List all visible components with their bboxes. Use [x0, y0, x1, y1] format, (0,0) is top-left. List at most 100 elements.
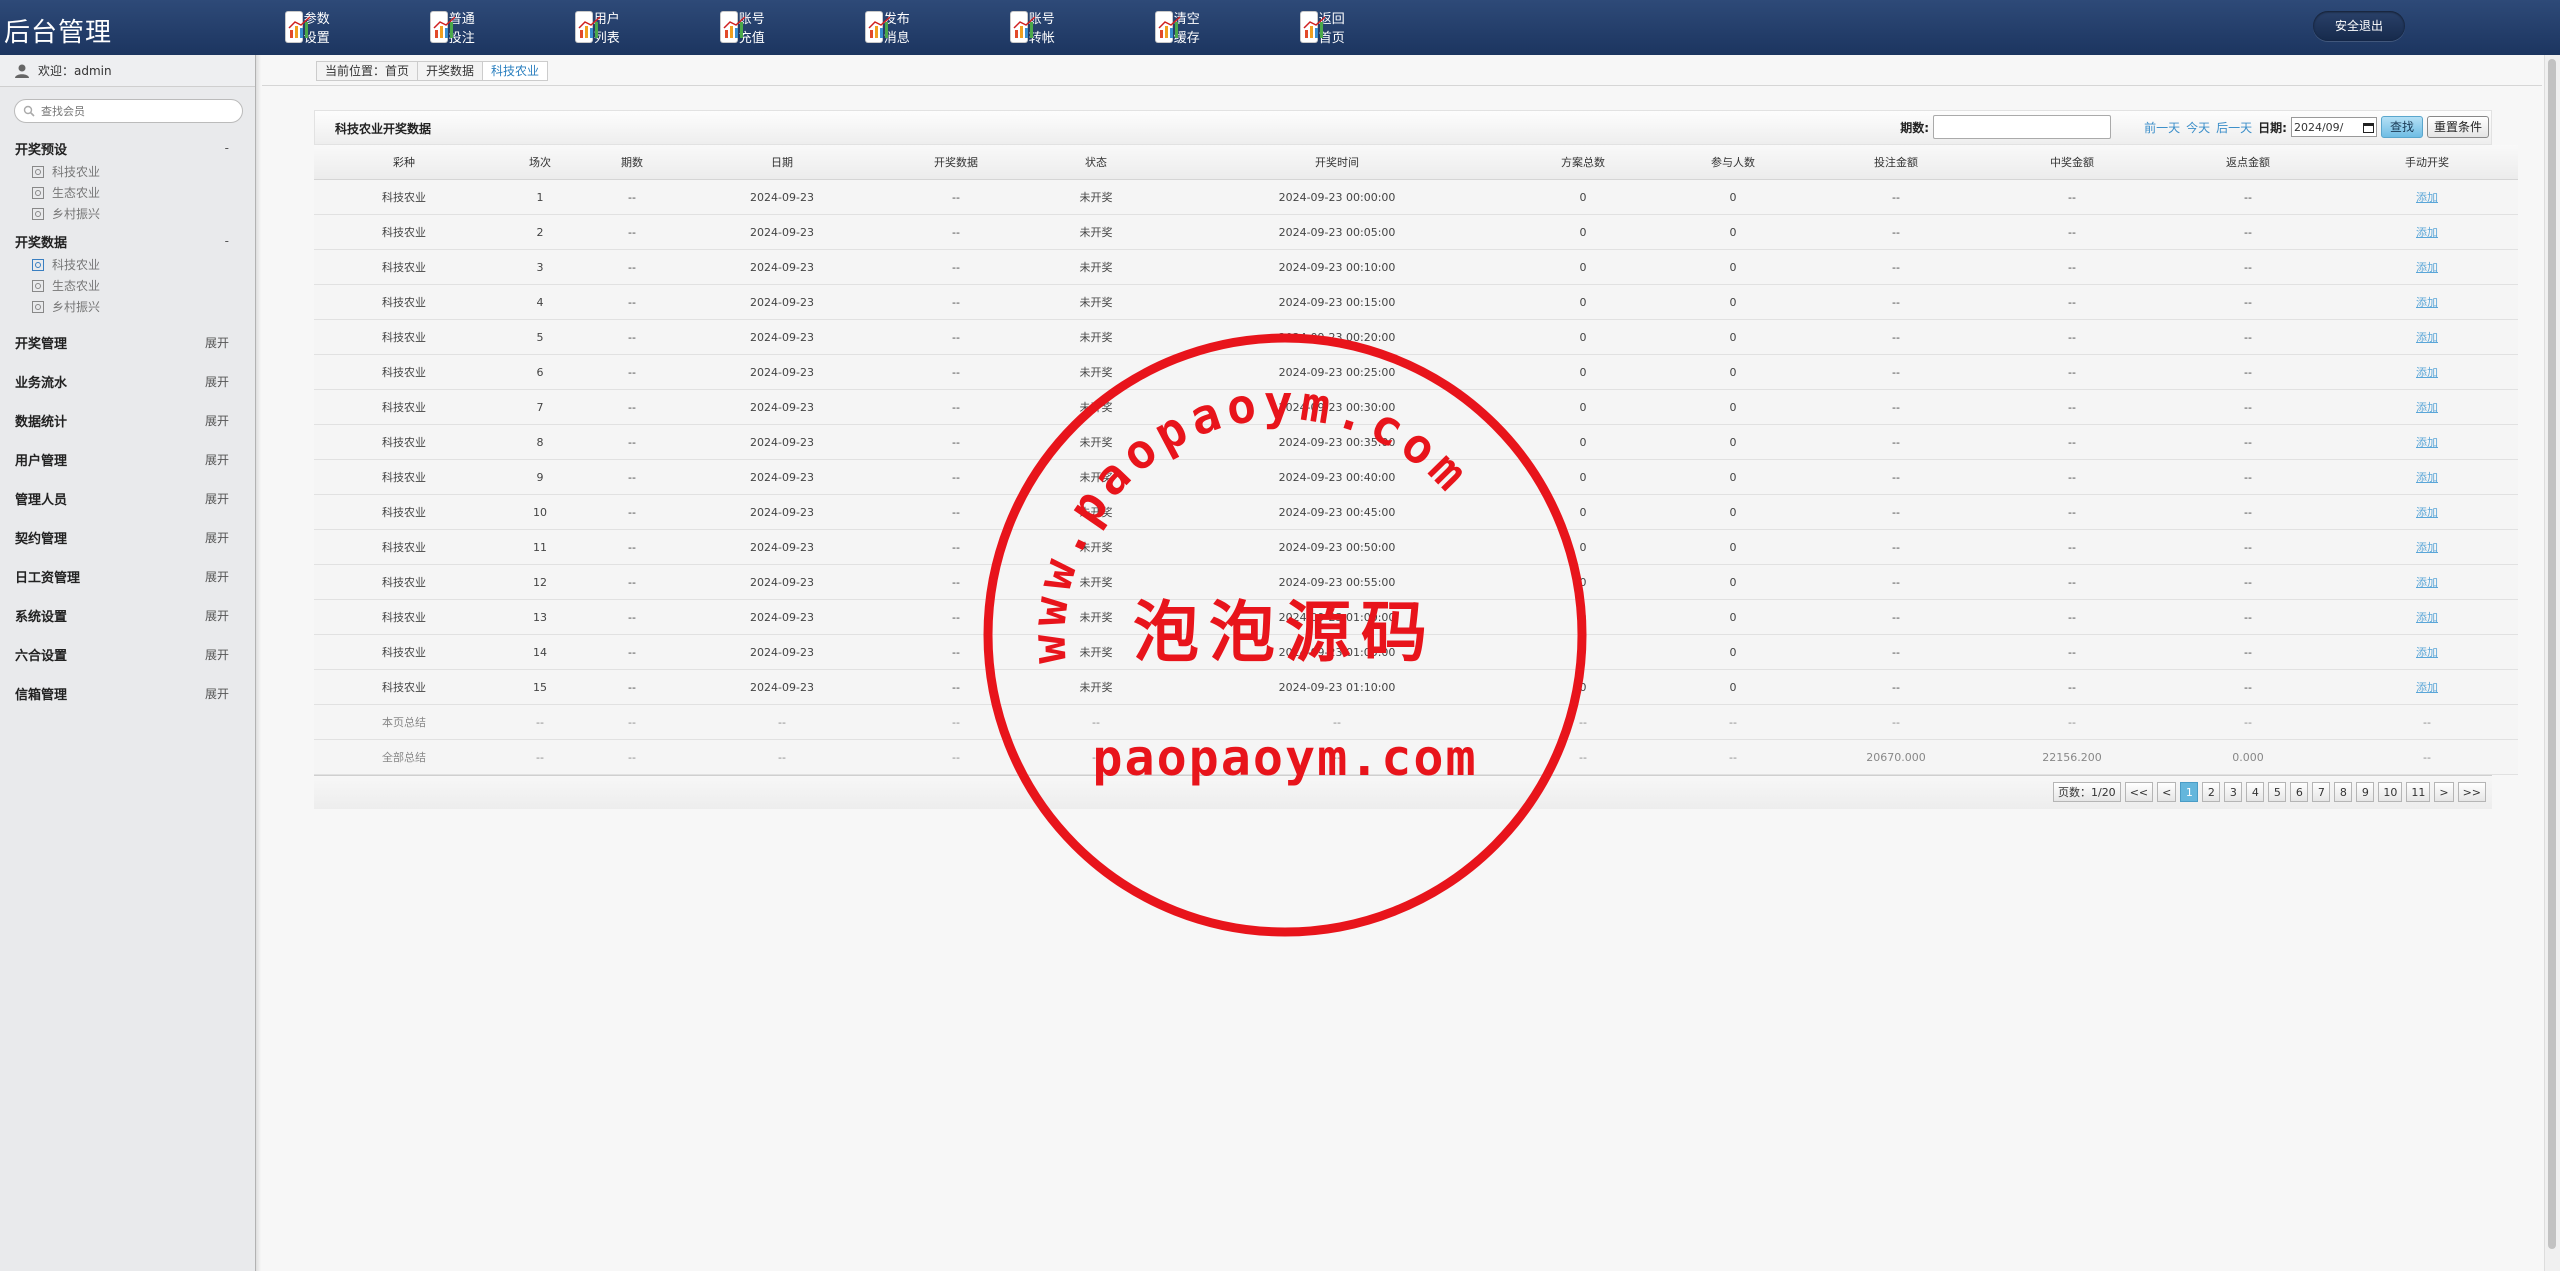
breadcrumb-item[interactable]: 当前位置：首页 — [316, 61, 419, 81]
topnav-item-6[interactable]: 清空缓存 — [1156, 10, 1201, 46]
column-header[interactable]: 返点金额 — [2160, 145, 2336, 180]
menu-section-4[interactable]: 管理人员 展开 — [0, 479, 255, 518]
topnav-item-7[interactable]: 返回首页 — [1301, 10, 1346, 46]
add-draw-cell[interactable]: 添加 — [2336, 354, 2518, 390]
reset-button[interactable]: 重置条件 — [2426, 116, 2489, 138]
topnav-item-3[interactable]: 账号充值 — [721, 10, 766, 46]
expand-toggle[interactable]: 展开 — [205, 412, 229, 429]
sidebar-subitem[interactable]: 生态农业 — [0, 182, 255, 203]
menu-section-1[interactable]: 业务流水 展开 — [0, 362, 255, 401]
column-header[interactable]: 方案总数 — [1508, 145, 1658, 180]
add-draw-cell[interactable]: 添加 — [2336, 599, 2518, 635]
expand-toggle[interactable]: 展开 — [205, 568, 229, 585]
period-input[interactable] — [1933, 115, 2112, 139]
column-header[interactable]: 状态 — [1026, 145, 1166, 180]
page-scrollbar[interactable] — [2544, 55, 2560, 1271]
add-draw-cell[interactable]: 添加 — [2336, 249, 2518, 285]
expand-toggle[interactable]: 展开 — [205, 334, 229, 351]
sidebar-subitem[interactable]: 乡村振兴 — [0, 296, 255, 317]
column-header[interactable]: 中奖金额 — [1984, 145, 2160, 180]
add-draw-link[interactable]: 添加 — [2416, 401, 2438, 414]
add-draw-link[interactable]: 添加 — [2416, 261, 2438, 274]
date-input[interactable]: 2024/09/ — [2290, 117, 2377, 137]
add-draw-cell[interactable]: 添加 — [2336, 634, 2518, 670]
column-header[interactable]: 参与人数 — [1658, 145, 1808, 180]
add-draw-link[interactable]: 添加 — [2416, 611, 2438, 624]
menu-section-5[interactable]: 契约管理 展开 — [0, 518, 255, 557]
menu-group-header[interactable]: 开奖数据 - — [0, 228, 255, 254]
column-header[interactable]: 开奖数据 — [886, 145, 1026, 180]
add-draw-cell[interactable]: 添加 — [2336, 214, 2518, 250]
add-draw-cell[interactable]: 添加 — [2336, 389, 2518, 425]
menu-section-0[interactable]: 开奖管理 展开 — [0, 323, 255, 362]
page-number-button[interactable]: 8 — [2334, 782, 2353, 802]
calendar-icon[interactable] — [2362, 122, 2374, 133]
column-header[interactable]: 开奖时间 — [1166, 145, 1508, 180]
add-draw-link[interactable]: 添加 — [2416, 471, 2438, 484]
add-draw-link[interactable]: 添加 — [2416, 576, 2438, 589]
topnav-item-1[interactable]: 普通投注 — [431, 10, 476, 46]
add-draw-cell[interactable]: 添加 — [2336, 424, 2518, 460]
breadcrumb-item[interactable]: 开奖数据 — [417, 61, 484, 81]
page-number-button[interactable]: 2 — [2202, 782, 2221, 802]
add-draw-link[interactable]: 添加 — [2416, 506, 2438, 519]
menu-section-7[interactable]: 系统设置 展开 — [0, 596, 255, 635]
add-draw-cell[interactable]: 添加 — [2336, 669, 2518, 705]
add-draw-link[interactable]: 添加 — [2416, 646, 2438, 659]
logout-button[interactable]: 安全退出 — [2313, 11, 2405, 41]
column-header[interactable]: 日期 — [678, 145, 886, 180]
sidebar-subitem[interactable]: 科技农业 — [0, 254, 255, 275]
search-button[interactable]: 查找 — [2380, 116, 2423, 138]
menu-section-9[interactable]: 信箱管理 展开 — [0, 674, 255, 713]
expand-toggle[interactable]: 展开 — [205, 607, 229, 624]
column-header[interactable]: 手动开奖 — [2336, 145, 2518, 180]
add-draw-cell[interactable]: 添加 — [2336, 319, 2518, 355]
sidebar-subitem[interactable]: 生态农业 — [0, 275, 255, 296]
column-header[interactable]: 投注金额 — [1808, 145, 1984, 180]
prev-day-link[interactable]: 前一天 — [2144, 119, 2180, 136]
topnav-item-4[interactable]: 发布消息 — [866, 10, 911, 46]
sidebar-subitem[interactable]: 乡村振兴 — [0, 203, 255, 224]
next-page-button[interactable]: > — [2434, 782, 2454, 802]
collapse-toggle[interactable]: - — [225, 234, 229, 248]
last-page-button[interactable]: >> — [2457, 782, 2486, 802]
add-draw-cell[interactable]: 添加 — [2336, 284, 2518, 320]
add-draw-link[interactable]: 添加 — [2416, 296, 2438, 309]
expand-toggle[interactable]: 展开 — [205, 490, 229, 507]
expand-toggle[interactable]: 展开 — [205, 685, 229, 702]
page-number-button[interactable]: 3 — [2224, 782, 2243, 802]
page-number-button[interactable]: 9 — [2356, 782, 2375, 802]
add-draw-link[interactable]: 添加 — [2416, 331, 2438, 344]
add-draw-cell[interactable]: 添加 — [2336, 529, 2518, 565]
page-number-button[interactable]: 7 — [2312, 782, 2331, 802]
add-draw-link[interactable]: 添加 — [2416, 366, 2438, 379]
page-number-button[interactable]: 11 — [2406, 782, 2431, 802]
column-header[interactable]: 期数 — [586, 145, 678, 180]
add-draw-cell[interactable]: 添加 — [2336, 564, 2518, 600]
next-day-link[interactable]: 后一天 — [2216, 119, 2252, 136]
expand-toggle[interactable]: 展开 — [205, 529, 229, 546]
topnav-item-2[interactable]: 用户列表 — [576, 10, 621, 46]
scrollbar-thumb[interactable] — [2548, 59, 2556, 1249]
expand-toggle[interactable]: 展开 — [205, 373, 229, 390]
breadcrumb-item[interactable]: 科技农业 — [482, 61, 549, 81]
expand-toggle[interactable]: 展开 — [205, 646, 229, 663]
today-link[interactable]: 今天 — [2186, 119, 2210, 136]
member-search-input[interactable] — [39, 103, 213, 119]
topnav-item-5[interactable]: 账号转帐 — [1011, 10, 1056, 46]
add-draw-cell[interactable]: 添加 — [2336, 179, 2518, 215]
page-number-button[interactable]: 6 — [2290, 782, 2309, 802]
add-draw-cell[interactable]: 添加 — [2336, 459, 2518, 495]
page-number-button[interactable]: 1 — [2180, 782, 2199, 802]
collapse-toggle[interactable]: - — [225, 141, 229, 155]
page-number-button[interactable]: 5 — [2268, 782, 2287, 802]
member-search-box[interactable] — [14, 99, 243, 123]
add-draw-link[interactable]: 添加 — [2416, 436, 2438, 449]
expand-toggle[interactable]: 展开 — [205, 451, 229, 468]
first-page-button[interactable]: << — [2124, 782, 2154, 802]
prev-page-button[interactable]: < — [2157, 782, 2177, 802]
topnav-item-0[interactable]: 参数设置 — [286, 10, 331, 46]
column-header[interactable]: 彩种 — [314, 145, 494, 180]
page-number-button[interactable]: 10 — [2378, 782, 2403, 802]
menu-section-8[interactable]: 六合设置 展开 — [0, 635, 255, 674]
